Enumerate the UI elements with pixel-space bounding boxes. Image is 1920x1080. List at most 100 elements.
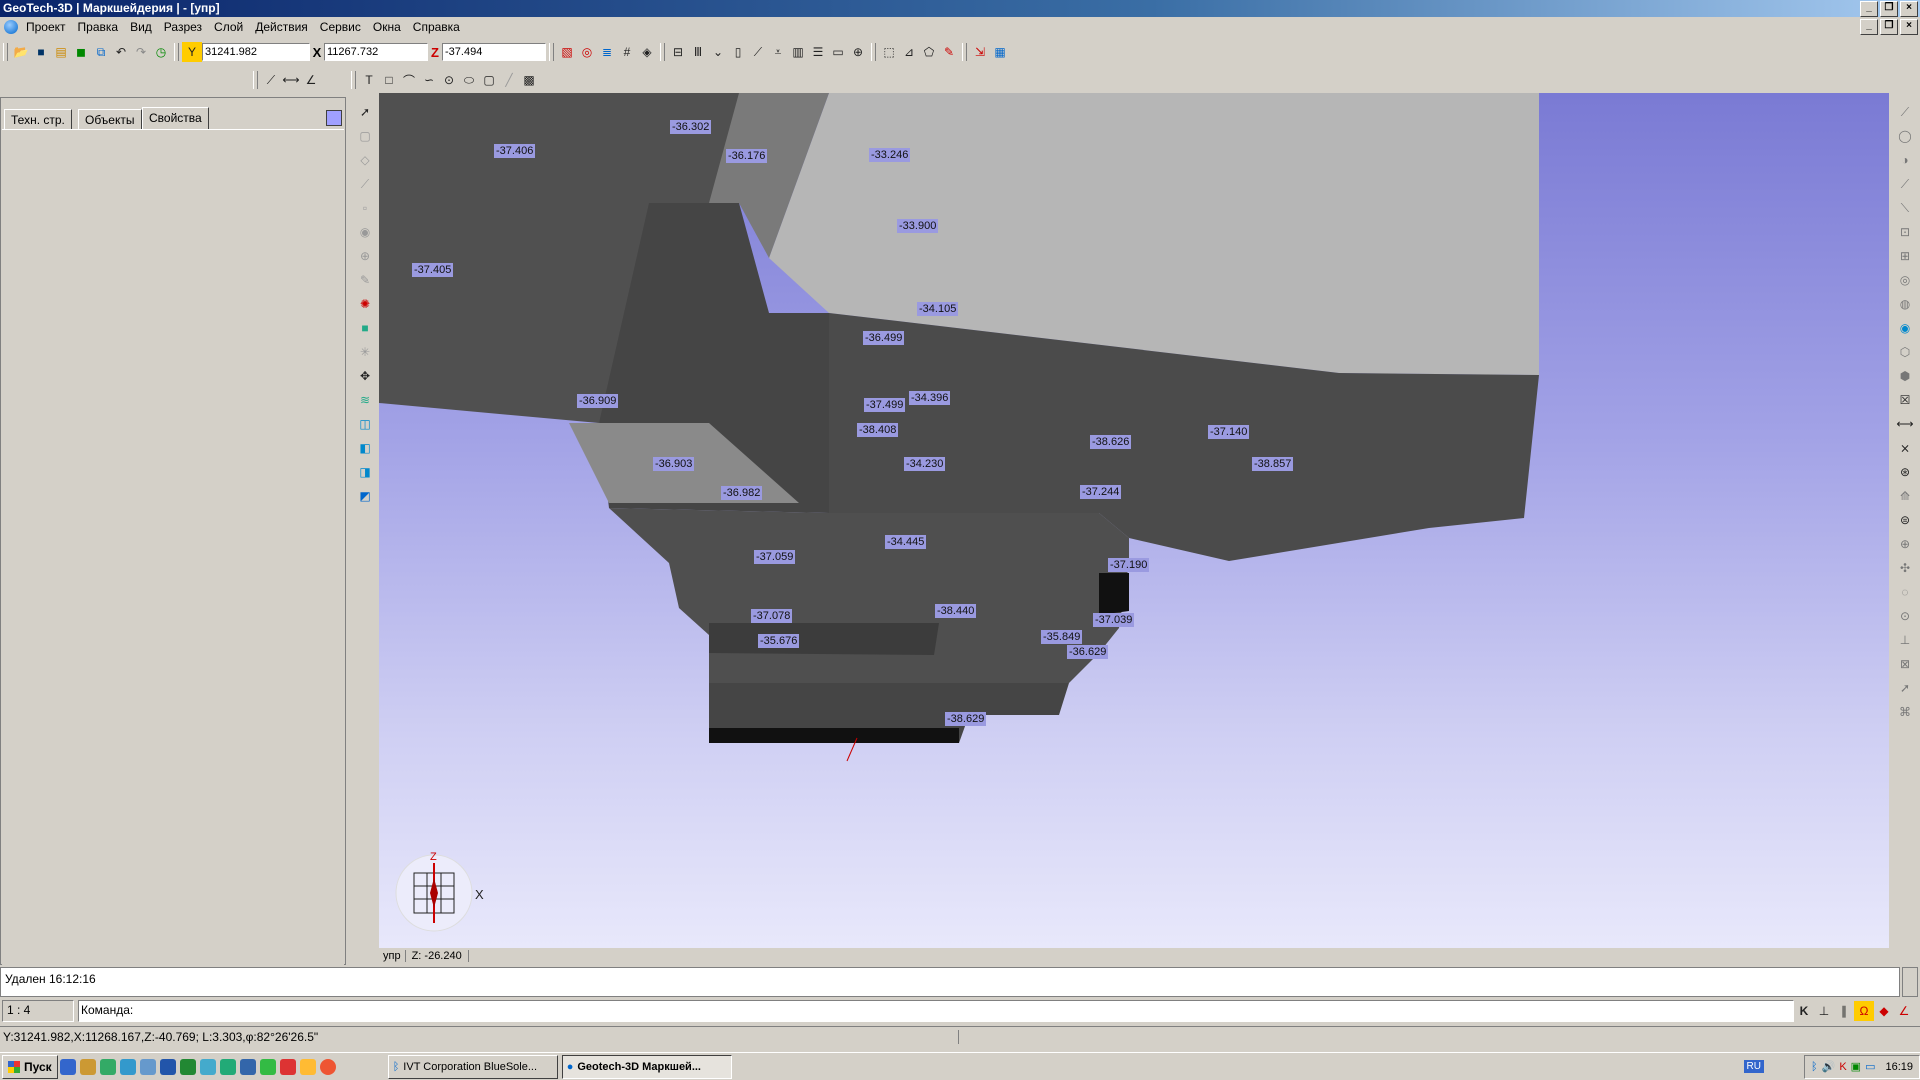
language-indicator[interactable]: RU (1743, 1060, 1764, 1073)
layer-d-icon[interactable]: ◨ (354, 460, 376, 484)
menu-view[interactable]: Вид (124, 20, 158, 34)
scale-field[interactable]: 1 : 4 (2, 1000, 74, 1022)
elevation-label[interactable]: -37.059 (754, 550, 796, 564)
elevation-label[interactable]: -34.445 (885, 535, 927, 549)
r-tool-19-icon[interactable]: ⊕ (1894, 532, 1916, 556)
layer-e-icon[interactable]: ◩ (354, 484, 376, 508)
layers2-icon[interactable]: ☰ (808, 42, 828, 62)
tray-bluetooth-icon[interactable]: ᛒ (1811, 1061, 1818, 1073)
tool-3-icon[interactable]: ◇ (354, 148, 376, 172)
close-button[interactable]: × (1900, 1, 1918, 17)
minimize-button[interactable]: _ (1860, 1, 1878, 17)
quicklaunch-11-icon[interactable] (259, 1058, 276, 1075)
command-input[interactable]: Команда: (78, 1000, 1794, 1022)
tab-tech-structure[interactable]: Техн. стр. (4, 109, 72, 131)
elevation-label[interactable]: -33.246 (869, 148, 911, 162)
select-arrow-icon[interactable]: ➚ (354, 100, 376, 124)
copy-icon[interactable]: ⧉ (91, 42, 111, 62)
elevation-label[interactable]: -35.849 (1041, 630, 1083, 644)
table-icon[interactable]: ▦ (990, 42, 1010, 62)
r-tool-3-icon[interactable]: ◑ (1894, 148, 1916, 172)
elevation-label[interactable]: -36.499 (863, 331, 905, 345)
x-coordinate-input[interactable] (324, 43, 428, 61)
quicklaunch-4-icon[interactable] (119, 1058, 136, 1075)
rectangle-icon[interactable]: □ (379, 70, 399, 90)
view-tab[interactable]: упр (379, 950, 406, 962)
tray-clock[interactable]: 16:19 (1885, 1061, 1913, 1073)
r-tool-4-icon[interactable]: ⟋ (1894, 172, 1916, 196)
r-tool-14-icon[interactable]: ⟷ (1894, 412, 1916, 436)
quicklaunch-word-icon[interactable] (159, 1058, 176, 1075)
elevation-label[interactable]: -38.408 (857, 423, 899, 437)
polyline-icon[interactable]: ⟋ (261, 70, 281, 90)
menu-layer[interactable]: Слой (208, 20, 249, 34)
tab-properties[interactable]: Свойства (142, 107, 209, 131)
tool-8-icon[interactable]: ✎ (354, 268, 376, 292)
r-tool-5-icon[interactable]: ⟍ (1894, 196, 1916, 220)
mdi-minimize-button[interactable]: _ (1860, 19, 1878, 35)
tray-network-icon[interactable]: ▣ (1851, 1060, 1861, 1073)
mdi-restore-button[interactable]: ❐ (1880, 19, 1898, 35)
layer-c-icon[interactable]: ◧ (354, 436, 376, 460)
slope-icon[interactable]: ⟋ (748, 42, 768, 62)
shaft-icon[interactable]: ▯ (728, 42, 748, 62)
redo-icon[interactable]: ↷ (131, 42, 151, 62)
r-tool-25-icon[interactable]: ➚ (1894, 676, 1916, 700)
line-icon[interactable]: ╱ (499, 70, 519, 90)
menu-actions[interactable]: Действия (249, 20, 314, 34)
area-icon[interactable]: ▢ (479, 70, 499, 90)
elevation-label[interactable]: -36.903 (653, 457, 695, 471)
y-lock-icon[interactable]: Y (182, 42, 202, 62)
pencil-icon[interactable]: ✎ (939, 42, 959, 62)
tool-4-icon[interactable]: ⟋ (354, 172, 376, 196)
r-tool-11-icon[interactable]: ⬡ (1894, 340, 1916, 364)
elevation-label[interactable]: -38.440 (935, 604, 977, 618)
r-tool-2-icon[interactable]: ◯ (1894, 124, 1916, 148)
quicklaunch-8-icon[interactable] (199, 1058, 216, 1075)
elevation-label[interactable]: -37.406 (494, 144, 536, 158)
elevation-label[interactable]: -34.230 (904, 457, 946, 471)
r-tool-20-icon[interactable]: ✣ (1894, 556, 1916, 580)
menu-help[interactable]: Справка (407, 20, 466, 34)
panel-pin-icon[interactable] (326, 110, 342, 126)
elevation-label[interactable]: -37.499 (864, 398, 906, 412)
elevation-label[interactable]: -37.140 (1208, 425, 1250, 439)
box-icon[interactable]: ▭ (828, 42, 848, 62)
r-tool-10-icon[interactable]: ◉ (1894, 316, 1916, 340)
hatch-icon[interactable]: ▧ (557, 42, 577, 62)
r-tool-6-icon[interactable]: ⊡ (1894, 220, 1916, 244)
start-button[interactable]: Пуск (2, 1054, 58, 1079)
elevation-label[interactable]: -33.900 (897, 219, 939, 233)
measure-icon[interactable]: ⊿ (899, 42, 919, 62)
r-tool-26-icon[interactable]: ⌘ (1894, 700, 1916, 724)
r-tool-15-icon[interactable]: ⨯ (1894, 436, 1916, 460)
arc-icon[interactable]: ⌒ (399, 70, 419, 90)
snap-diamond-icon[interactable]: ◆ (1874, 1001, 1894, 1021)
r-tool-24-icon[interactable]: ⊠ (1894, 652, 1916, 676)
cube-icon[interactable]: ◼ (71, 42, 91, 62)
task-geotech[interactable]: ● Geotech-3D Маркшей... (561, 1054, 732, 1079)
elevation-label[interactable]: -34.105 (917, 302, 959, 316)
curve-icon[interactable]: ∽ (419, 70, 439, 90)
quicklaunch-2-icon[interactable] (79, 1058, 96, 1075)
quicklaunch-12-icon[interactable] (279, 1058, 296, 1075)
quicklaunch-10-icon[interactable] (239, 1058, 256, 1075)
r-tool-18-icon[interactable]: ⊜ (1894, 508, 1916, 532)
quicklaunch-9-icon[interactable] (219, 1058, 236, 1075)
hatch2-icon[interactable]: ▩ (519, 70, 539, 90)
layer-b-icon[interactable]: ◫ (354, 412, 376, 436)
drill-icon[interactable]: ⊕ (848, 42, 868, 62)
menu-windows[interactable]: Окна (367, 20, 407, 34)
quicklaunch-excel-icon[interactable] (179, 1058, 196, 1075)
shape-icon[interactable]: ⬠ (919, 42, 939, 62)
elevation-label[interactable]: -37.244 (1080, 485, 1122, 499)
elevation-label[interactable]: -36.909 (577, 394, 619, 408)
r-tool-17-icon[interactable]: ⟰ (1894, 484, 1916, 508)
wall-icon[interactable]: ▥ (788, 42, 808, 62)
ellipse-icon[interactable]: ⬭ (459, 70, 479, 90)
r-tool-16-icon[interactable]: ⊛ (1894, 460, 1916, 484)
y-coordinate-input[interactable] (202, 43, 310, 61)
elevation-label[interactable]: -36.302 (670, 120, 712, 134)
quicklaunch-3-icon[interactable] (99, 1058, 116, 1075)
clock-icon[interactable]: ◷ (151, 42, 171, 62)
